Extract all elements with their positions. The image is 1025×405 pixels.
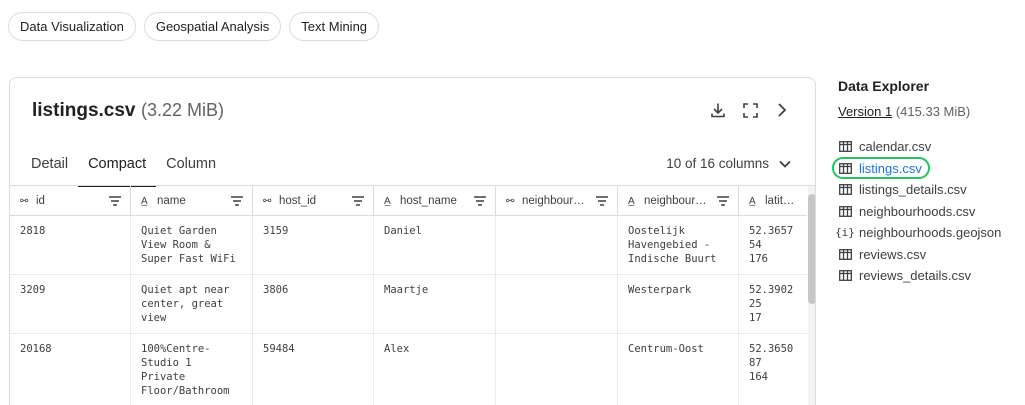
json-icon: {i}	[835, 226, 855, 240]
sort-icon[interactable]	[351, 196, 365, 206]
file-item-calendar[interactable]: calendar.csv	[838, 136, 1025, 158]
file-item-listings-details[interactable]: listings_details.csv	[838, 179, 1025, 201]
table-cell	[496, 334, 618, 405]
text-type-icon: A̲	[141, 195, 148, 207]
file-name: calendar.csv	[859, 139, 932, 155]
link-icon: ⚯	[263, 195, 272, 207]
file-actions	[709, 100, 791, 120]
file-title: listings.csv	[32, 100, 136, 121]
download-icon[interactable]	[709, 100, 727, 120]
table-row: 20168 100%Centre- Studio 1 Private Floor…	[10, 334, 807, 405]
tab-compact[interactable]: Compact	[78, 156, 157, 187]
table-cell: 20168	[10, 334, 131, 405]
column-header[interactable]: A̲ name	[131, 186, 253, 216]
text-type-icon: A̲	[749, 195, 756, 207]
sort-icon[interactable]	[108, 196, 122, 206]
version-size: (415.33 MiB)	[895, 104, 971, 119]
file-item-neighbourhoods-geojson[interactable]: {i} neighbourhoods.geojson	[835, 222, 1025, 244]
table-icon	[838, 141, 852, 153]
link-icon: ⚯	[20, 195, 29, 207]
column-label: neighbour…	[644, 195, 707, 207]
selection-highlight	[832, 156, 930, 179]
scrollbar-thumb[interactable]	[808, 194, 815, 304]
chip-geospatial-analysis[interactable]: Geospatial Analysis	[143, 12, 282, 41]
tag-chips: Data Visualization Geospatial Analysis T…	[8, 12, 380, 41]
column-count-dropdown[interactable]: 10 of 16 columns	[666, 156, 791, 171]
column-header[interactable]: A̲ latitude	[739, 186, 807, 216]
column-label: host_name	[400, 195, 457, 207]
table-cell: 100%Centre- Studio 1 Private Floor/Bathr…	[131, 334, 253, 405]
table-cell: 2818	[10, 216, 131, 274]
chevron-right-icon[interactable]	[773, 100, 791, 120]
table-cell: Oostelijk Havengebied - Indische Buurt	[618, 216, 739, 274]
data-explorer-title: Data Explorer	[838, 78, 930, 94]
column-label: host_id	[279, 195, 317, 207]
column-header[interactable]: A̲ neighbour…	[618, 186, 739, 216]
text-type-icon: A̲	[384, 195, 391, 207]
table-cell	[496, 275, 618, 333]
column-count-label: 10 of 16 columns	[666, 156, 769, 171]
version-link[interactable]: Version 1	[838, 104, 892, 119]
file-item-listings[interactable]: listings.csv	[832, 156, 1025, 180]
table-icon	[838, 205, 852, 217]
sort-icon[interactable]	[473, 196, 487, 206]
column-header[interactable]: A̲ host_name	[374, 186, 496, 216]
table-cell: Quiet Garden View Room & Super Fast WiFi	[131, 216, 253, 274]
table-icon	[838, 184, 852, 196]
column-label: neighbour…	[522, 195, 585, 207]
table-cell: 52.365754 176	[749, 225, 794, 265]
column-label: id	[36, 195, 45, 207]
link-icon: ⚯	[506, 195, 515, 207]
table-icon	[838, 248, 852, 260]
table-cell: 52.390225 17	[749, 284, 794, 324]
table-cell	[496, 216, 618, 274]
table-cell: 52.365087 164	[749, 343, 794, 383]
file-item-neighbourhoods-csv[interactable]: neighbourhoods.csv	[838, 201, 1025, 223]
table-cell: Westerpark	[618, 275, 739, 333]
sort-icon[interactable]	[595, 196, 609, 206]
file-name: neighbourhoods.geojson	[859, 225, 1002, 241]
file-name: neighbourhoods.csv	[859, 203, 976, 219]
text-type-icon: A̲	[628, 195, 635, 207]
table-row: 2818 Quiet Garden View Room & Super Fast…	[10, 216, 807, 275]
table-cell: Centrum-Oost	[618, 334, 739, 405]
file-item-reviews-details[interactable]: reviews_details.csv	[838, 265, 1025, 287]
file-list: calendar.csv listings.csv listings_detai…	[832, 136, 1025, 287]
version-info: Version 1 (415.33 MiB)	[838, 104, 1025, 119]
table-cell: 3209	[10, 275, 131, 333]
column-label: latitude	[765, 195, 799, 207]
table-cell: 59484	[253, 334, 374, 405]
column-header[interactable]: ⚯ neighbour…	[496, 186, 618, 216]
file-item-reviews[interactable]: reviews.csv	[838, 244, 1025, 266]
chip-data-visualization[interactable]: Data Visualization	[8, 12, 136, 41]
fullscreen-icon[interactable]	[741, 100, 759, 120]
table-cell: Alex	[374, 334, 496, 405]
column-label: name	[157, 195, 186, 207]
table-cell: Maartje	[374, 275, 496, 333]
file-size: (3.22 MiB)	[141, 100, 225, 120]
table-cell: Daniel	[374, 216, 496, 274]
file-name: reviews.csv	[859, 246, 927, 262]
data-table: ⚯ id A̲ name ⚯ host_id A̲ host_name ⚯ ne…	[10, 186, 807, 405]
table-cell: 3806	[253, 275, 374, 333]
tab-detail[interactable]: Detail	[21, 156, 78, 186]
chip-text-mining[interactable]: Text Mining	[289, 12, 380, 41]
table-header: ⚯ id A̲ name ⚯ host_id A̲ host_name ⚯ ne…	[10, 186, 807, 216]
table-row: 3209 Quiet apt near center, great view 3…	[10, 275, 807, 334]
column-header[interactable]: ⚯ id	[10, 186, 131, 216]
tab-column[interactable]: Column	[156, 156, 226, 186]
file-name: listings_details.csv	[859, 182, 967, 198]
vertical-scrollbar[interactable]	[808, 186, 815, 405]
file-preview-card: listings.csv (3.22 MiB) Detail Compact C…	[9, 77, 816, 405]
data-explorer-panel: Data Explorer Version 1 (415.33 MiB) cal…	[832, 78, 1025, 287]
column-header[interactable]: ⚯ host_id	[253, 186, 374, 216]
sort-icon[interactable]	[230, 196, 244, 206]
sort-icon[interactable]	[716, 196, 730, 206]
file-name: reviews_details.csv	[859, 268, 971, 284]
table-icon	[838, 270, 852, 282]
chevron-down-icon	[779, 160, 791, 168]
table-cell: 3159	[253, 216, 374, 274]
view-tabs: Detail Compact Column	[21, 156, 226, 187]
table-cell: Quiet apt near center, great view	[131, 275, 253, 333]
